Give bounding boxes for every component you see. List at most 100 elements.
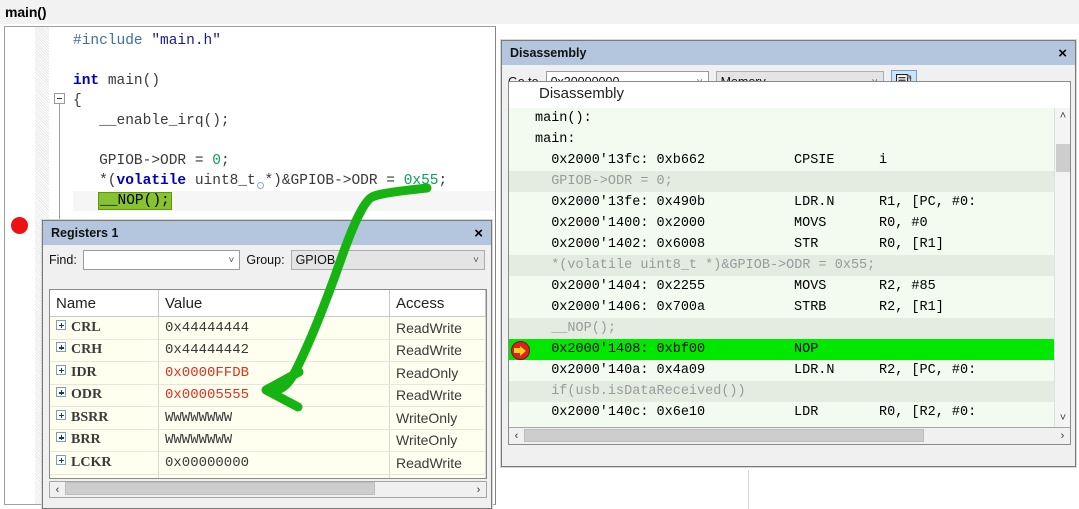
register-name: BSRR [71,409,109,425]
code-token: main() [107,73,161,89]
scroll-thumb[interactable] [65,482,375,495]
register-name-cell[interactable]: IDR [50,361,159,385]
table-row[interactable]: IDR 0x0000FFDB ReadOnly [50,361,486,385]
disassembly-view[interactable]: Disassembly main(): main: 0x2000'13fc: 0x… [508,81,1071,445]
breakpoint-gutter[interactable] [5,27,35,504]
editor-line[interactable]: *(volatile uint8_t *)&GPIOB->ODR = 0x55; [73,171,495,191]
table-row[interactable]: ODR 0x00005555 ReadWrite [50,384,486,407]
registers-toolbar: Find: ˅ Group: GPIOB ˅ [43,245,491,275]
scroll-left-icon[interactable]: ‹ [509,430,524,442]
register-value-cell[interactable] [158,474,390,478]
table-row[interactable]: BRR WWWWWWWW WriteOnly [50,429,486,452]
expand-icon[interactable] [56,454,66,465]
find-input[interactable]: ˅ [82,250,241,270]
scroll-track[interactable] [65,482,471,497]
disassembly-source-line[interactable]: __NOP(); [509,318,1054,339]
register-name-cell[interactable]: ODR [50,384,159,407]
disassembly-line[interactable]: 0x2000'140c: 0x6e10 LDR R0, [R2, #0: [509,402,1054,423]
register-value-cell[interactable]: WWWWWWWW [158,406,390,430]
disassembly-listing[interactable]: main(): main: 0x2000'13fc: 0xb662 CPSIE i G… [509,108,1054,427]
editor-line[interactable]: { [73,91,495,111]
table-row[interactable]: CRL 0x44444444 ReadWrite [50,316,486,340]
scroll-up-icon[interactable]: ˄ [1055,108,1070,125]
disassembly-line[interactable]: 0x2000'13fe: 0x490b LDR.N R1, [PC, #0: [509,192,1054,213]
expand-icon[interactable] [56,432,66,443]
editor-line[interactable]: GPIOB->ODR = 0; [73,151,495,171]
column-header-value[interactable]: Value [158,290,390,317]
editor-line[interactable] [73,131,495,151]
register-value-cell[interactable]: 0x00005555 [158,384,390,407]
expand-icon[interactable] [56,364,66,375]
register-value-cell[interactable]: 0x44444444 [158,316,390,340]
breakpoint-marker-icon[interactable] [11,217,28,234]
scroll-left-icon[interactable]: ‹ [50,484,65,496]
fold-toggle-icon[interactable] [54,93,65,104]
register-value-cell[interactable]: 0x00000000 [158,451,390,475]
registers-panel[interactable]: Registers 1 × Find: ˅ Group: GPIOB ˅ Nam… [42,220,492,509]
register-access-cell: WriteOnly [389,429,486,452]
disassembly-address: 0x2000'1404: 0x2255 [535,279,706,294]
disassembly-line[interactable]: 0x2000'1400: 0x2000 MOVS R0, #0 [509,213,1054,234]
scroll-thumb[interactable] [1056,144,1070,172]
disassembly-address: 0x2000'13fc: 0xb662 [535,153,706,168]
chevron-down-icon[interactable]: ˅ [470,255,482,266]
disassembly-line[interactable]: main: [509,129,1054,150]
table-row[interactable]: BSRR WWWWWWWW WriteOnly [50,406,486,430]
editor-line[interactable]: __enable_irq(); [73,111,495,131]
expand-icon[interactable] [56,387,66,398]
scroll-thumb[interactable] [524,428,924,442]
register-value-cell[interactable]: 0x0000FFDB [158,361,390,385]
registers-table-container[interactable]: Name Value Access CRL 0x44444444 ReadWrite… [49,289,487,479]
register-name-cell[interactable]: CRL [50,316,159,340]
disassembly-address: 0x2000'1408: 0xbf00 [535,342,706,357]
disassembly-source-line[interactable]: GPIOB->ODR = 0; [509,171,1054,192]
expand-icon[interactable] [56,319,66,330]
disassembly-line[interactable]: 0x2000'140a: 0x4a09 LDR.N R2, [PC, #0: [509,360,1054,381]
disassembly-vertical-scrollbar[interactable]: ˄ ˅ [1054,108,1070,427]
register-name: LCKR [71,454,112,470]
register-name-cell[interactable]: BRR [50,429,159,452]
disassembly-horizontal-scrollbar[interactable]: ‹ › [509,427,1070,444]
table-row[interactable]: CRH 0x44444442 ReadWrite [50,339,486,362]
scroll-track[interactable] [524,428,1055,444]
scroll-right-icon[interactable]: › [471,484,486,496]
editor-line[interactable] [73,51,495,71]
expand-icon[interactable] [56,342,66,353]
disassembly-address: 0x2000'140c: 0x6e10 [535,405,706,420]
disassembly-line[interactable]: 0x2000'1408: 0xbf00 NOP [509,339,1054,360]
editor-line[interactable]: #include "main.h" [73,31,495,51]
register-name-cell[interactable]: LCKR [50,451,159,475]
editor-line[interactable]: __NOP(); [73,191,495,211]
code-token: GPIOB->ODR = [73,153,213,169]
chevron-down-icon[interactable]: ˅ [226,255,238,266]
scroll-right-icon[interactable]: › [1055,430,1070,442]
disassembly-line[interactable]: main(): [509,108,1054,129]
register-value-cell[interactable]: 0x44444442 [158,339,390,362]
register-name-cell[interactable]: BSRR [50,406,159,430]
column-header-name[interactable]: Name [50,290,159,317]
register-name-cell[interactable] [50,474,159,478]
scroll-down-icon[interactable]: ˅ [1055,410,1070,427]
disassembly-source-line[interactable]: if(usb.isDataReceived()) [509,381,1054,402]
close-icon[interactable]: × [472,226,485,241]
registers-horizontal-scrollbar[interactable]: ‹ › [49,481,487,498]
disassembly-source-line[interactable]: *(volatile uint8_t *)&GPIOB->ODR = 0x55; [509,255,1054,276]
table-row[interactable] [50,474,486,478]
expand-icon[interactable] [56,409,66,420]
register-name: ODR [71,387,103,403]
register-access-cell: ReadWrite [389,339,486,362]
register-value-cell[interactable]: WWWWWWWW [158,429,390,452]
disassembly-panel[interactable]: Disassembly × Go to 0x20000000 ˅ Memory … [501,40,1076,467]
disassembly-line[interactable]: 0x2000'1402: 0x6008 STR R0, [R1] [509,234,1054,255]
disassembly-column-header[interactable]: Disassembly [509,82,1070,108]
column-header-access[interactable]: Access [389,290,486,317]
editor-line[interactable]: int main() [73,71,495,91]
close-icon[interactable]: × [1056,46,1069,61]
disassembly-line[interactable]: 0x2000'1404: 0x2255 MOVS R2, #85 [509,276,1054,297]
group-select[interactable]: GPIOB ˅ [290,250,485,270]
table-row[interactable]: LCKR 0x00000000 ReadWrite [50,451,486,475]
disassembly-line[interactable]: 0x2000'13fc: 0xb662 CPSIE i [509,150,1054,171]
disassembly-mnemonic: STRB [794,300,827,315]
register-name-cell[interactable]: CRH [50,339,159,362]
disassembly-line[interactable]: 0x2000'1406: 0x700a STRB R2, [R1] [509,297,1054,318]
